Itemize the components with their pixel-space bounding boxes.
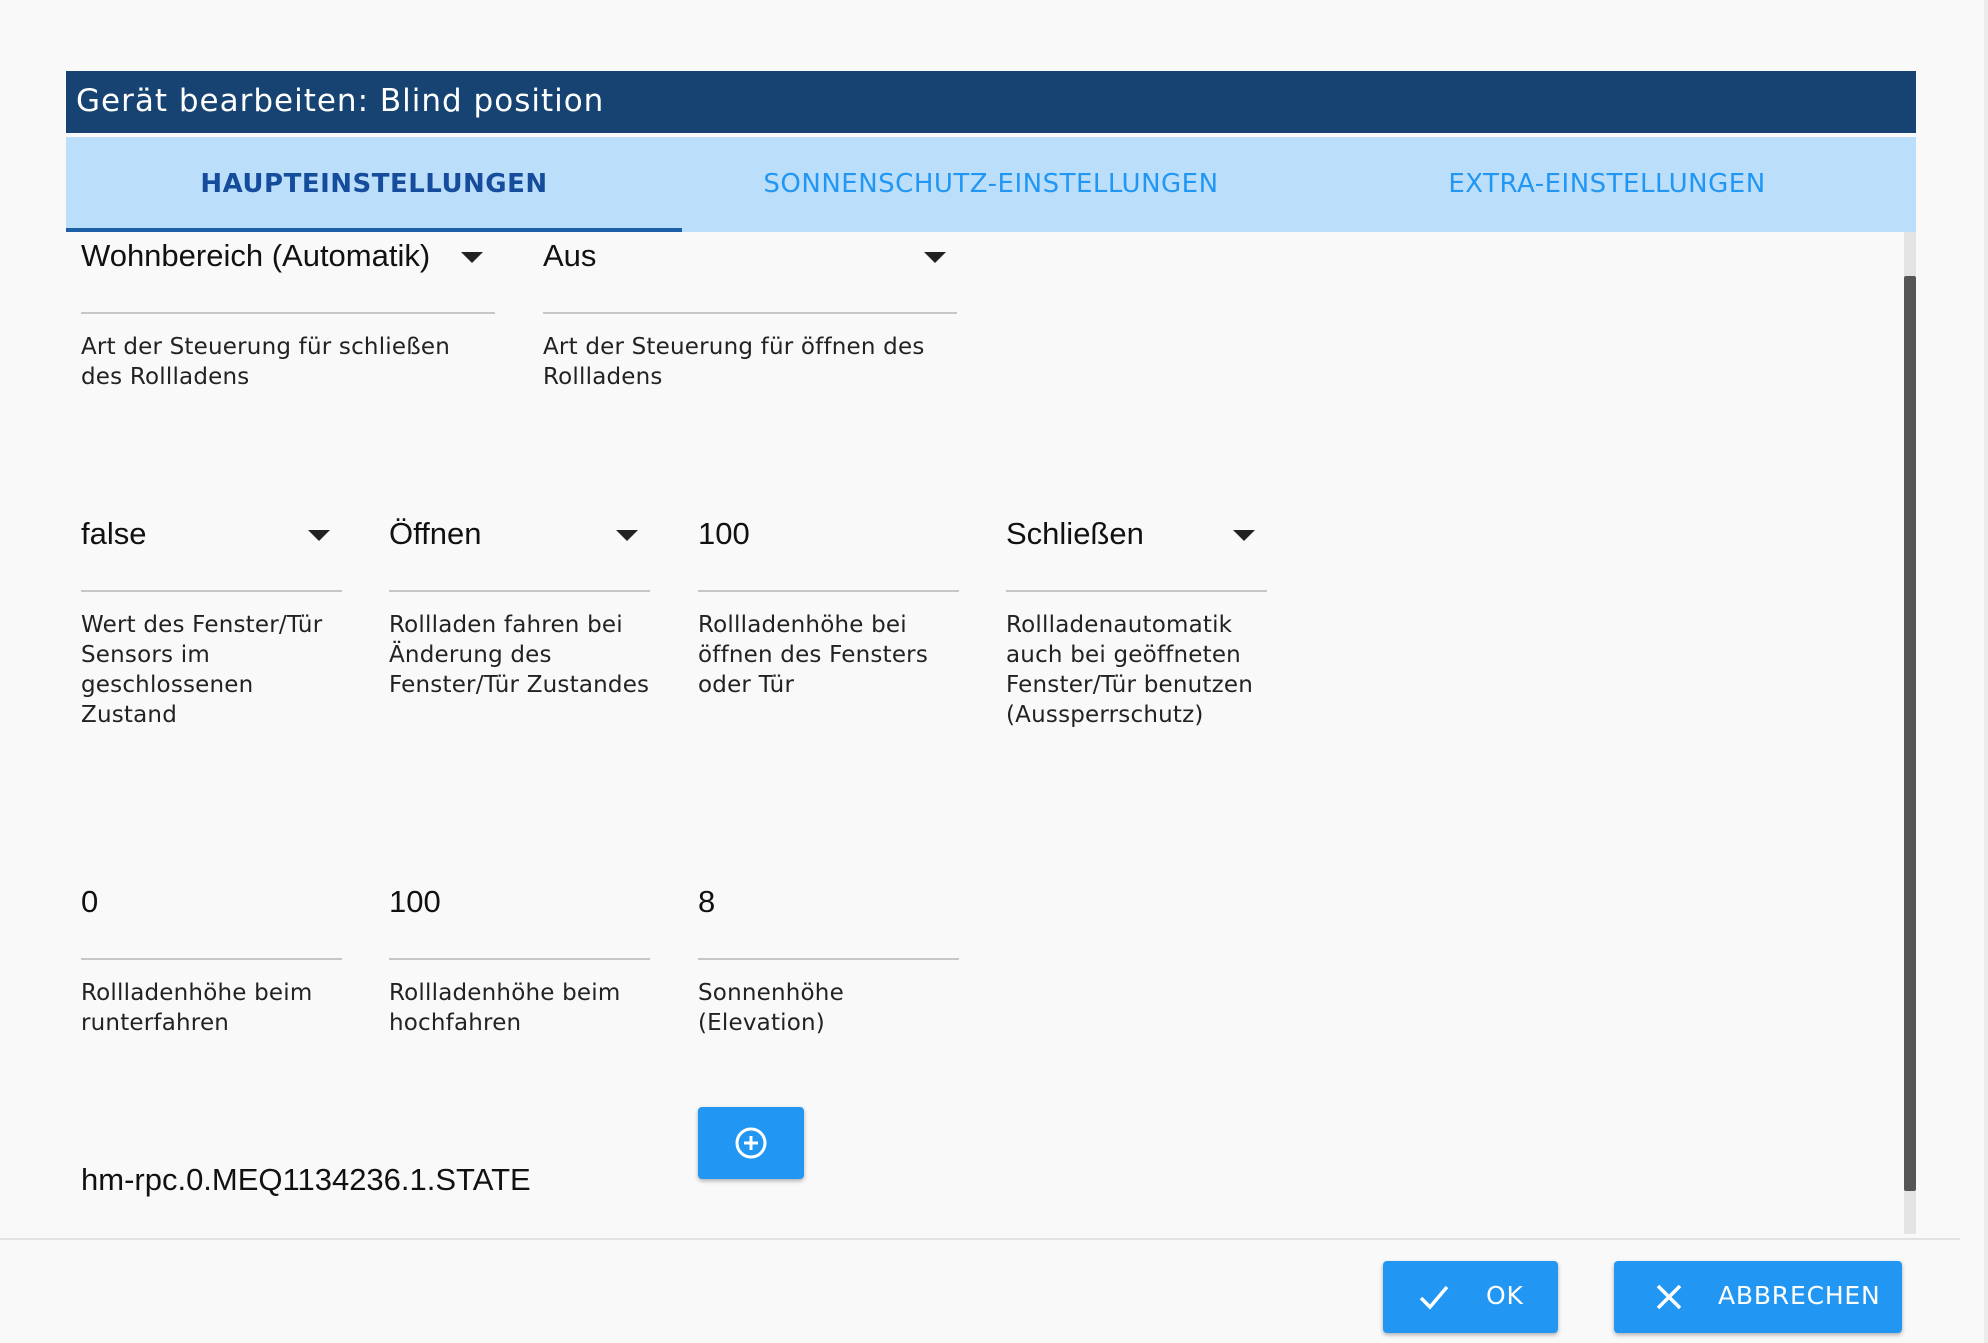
up-height-input[interactable]: 100 Rollladenhöhe beim hochfahren [389,878,650,1038]
footer-divider [0,1238,1960,1240]
dialog-title: Gerät bearbeiten: Blind position [76,83,605,119]
open-type-value: Aus [543,238,597,273]
chevron-down-icon[interactable] [616,530,638,541]
up-height-value: 100 [389,884,441,919]
open-type-select[interactable]: Aus Art der Steuerung für öffnen des Rol… [543,232,957,392]
chevron-down-icon[interactable] [308,530,330,541]
dialog-title-bar: Gerät bearbeiten: Blind position [66,71,1916,133]
sensor-value-helper: Wert des Fenster/Tür Sensors im geschlos… [81,612,323,728]
tab-extra-settings[interactable]: EXTRA-EINSTELLUNGEN [1299,137,1915,232]
sensor-value-value: false [81,516,147,551]
open-type-helper: Art der Steuerung für öffnen des Rolllad… [543,334,925,390]
settings-content: Wohnbereich (Automatik) Art der Steuerun… [66,232,1916,1234]
check-icon [1419,1285,1449,1310]
sensor-action-select[interactable]: Öffnen Rollladen fahren bei Änderung des… [389,510,650,700]
elevation-helper: Sonnenhöhe (Elevation) [698,980,844,1036]
chevron-down-icon[interactable] [924,252,946,263]
sensor-state-value: hm-rpc.0.MEQ1134236.1.STATE [81,1162,531,1197]
ok-button[interactable]: OK [1383,1261,1558,1333]
chevron-down-icon[interactable] [1233,530,1255,541]
ok-label: OK [1486,1281,1524,1310]
close-icon [1656,1284,1682,1310]
sensor-value-select[interactable]: false Wert des Fenster/Tür Sensors im ge… [81,510,342,730]
sensor-state-input[interactable]: hm-rpc.0.MEQ1134236.1.STATE [81,1156,651,1234]
scrollbar-thumb[interactable] [1904,276,1916,1191]
down-height-helper: Rollladenhöhe beim runterfahren [81,980,313,1036]
sensor-action-helper: Rollladen fahren bei Änderung des Fenste… [389,612,650,698]
tab-main-settings[interactable]: HAUPTEINSTELLUNGEN [66,137,682,232]
tab-bar: HAUPTEINSTELLUNGEN SONNENSCHUTZ-EINSTELL… [66,137,1916,232]
close-type-select[interactable]: Wohnbereich (Automatik) Art der Steuerun… [81,232,495,392]
window-edge [1984,0,1988,1343]
cancel-label: ABBRECHEN [1718,1281,1881,1310]
open-height-input[interactable]: 100 Rollladenhöhe bei öffnen des Fenster… [698,510,959,700]
plus-circle-icon [735,1127,767,1159]
elevation-value: 8 [698,884,716,919]
tab-sun-protection-settings[interactable]: SONNENSCHUTZ-EINSTELLUNGEN [683,137,1299,232]
lockout-helper: Rollladenautomatik auch bei geöffneten F… [1006,612,1254,728]
lockout-value: Schließen [1006,516,1144,551]
down-height-value: 0 [81,884,99,919]
lockout-select[interactable]: Schließen Rollladenautomatik auch bei ge… [1006,510,1267,730]
close-type-value: Wohnbereich (Automatik) [81,238,431,273]
close-type-helper: Art der Steuerung für schließen des Roll… [81,334,451,390]
chevron-down-icon[interactable] [461,252,483,263]
sensor-action-value: Öffnen [389,516,482,551]
elevation-input[interactable]: 8 Sonnenhöhe (Elevation) [698,878,959,1038]
up-height-helper: Rollladenhöhe beim hochfahren [389,980,621,1036]
add-sensor-button[interactable] [698,1107,804,1179]
cancel-button[interactable]: ABBRECHEN [1614,1261,1902,1333]
down-height-input[interactable]: 0 Rollladenhöhe beim runterfahren [81,878,342,1038]
open-height-helper: Rollladenhöhe bei öffnen des Fensters od… [698,612,929,698]
open-height-value: 100 [698,516,750,551]
edit-device-dialog: Gerät bearbeiten: Blind position HAUPTEI… [66,71,1916,1343]
